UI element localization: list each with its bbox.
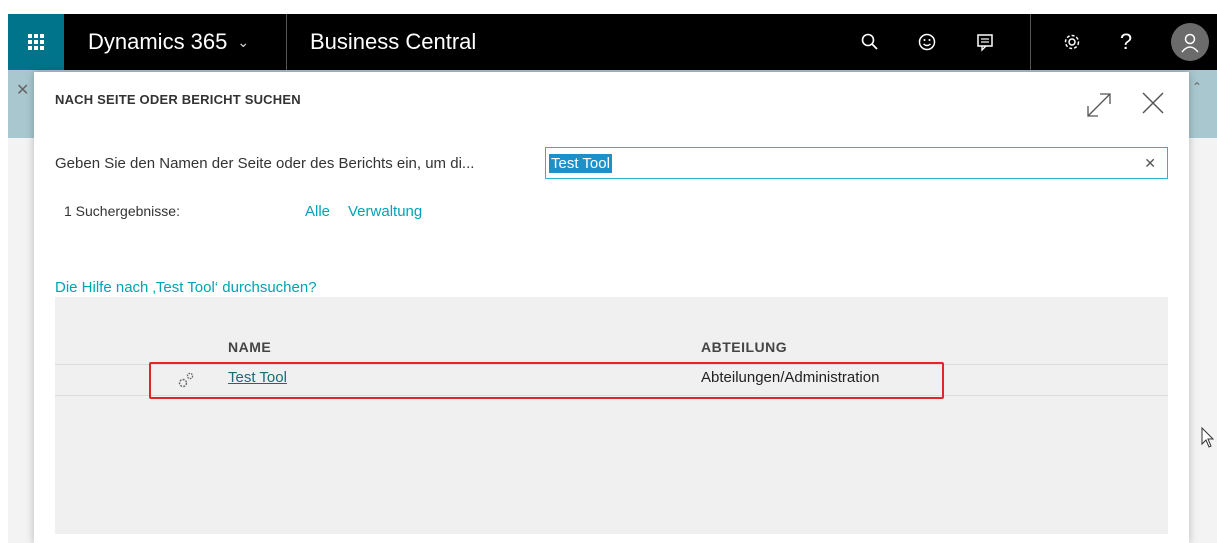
close-dialog-button[interactable] [1140,90,1166,116]
expand-button[interactable] [1084,90,1114,120]
search-input[interactable]: Test Tool [549,154,612,173]
search-icon [861,33,878,50]
feedback-icon [977,34,993,52]
filter-all[interactable]: Alle [305,203,330,220]
user-avatar-button[interactable] [1171,23,1209,61]
top-navigation-bar: Dynamics 365 ⌄ Business Central ? [8,14,1217,70]
divider [286,14,287,70]
divider [1030,14,1031,70]
chevron-down-icon: ⌄ [237,33,250,50]
expand-icon [1087,93,1111,117]
app-title: Business Central [310,29,477,54]
close-icon [1142,92,1164,114]
annotation-highlight-box [149,362,944,399]
search-button[interactable] [850,14,890,70]
search-prompt-label: Geben Sie den Namen der Seite oder des B… [55,155,475,172]
waffle-menu-button[interactable] [8,14,64,70]
chevron-up-icon: ⌃ [1192,80,1203,94]
filter-verwaltung[interactable]: Verwaltung [348,203,422,220]
search-field[interactable]: Test Tool ✕ [545,147,1168,179]
mouse-cursor-icon [1201,427,1215,448]
close-icon: ✕ [16,82,30,99]
gear-icon [1064,34,1080,50]
feedback-smiley-button[interactable] [907,14,947,70]
dynamics-365-menu[interactable]: Dynamics 365 ⌄ [88,14,249,70]
results-table: NAME ABTEILUNG Test Tool Abteilungen/Adm… [55,297,1168,534]
search-help-link[interactable]: Die Hilfe nach ‚Test Tool‘ durchsuchen? [55,279,317,296]
waffle-icon [28,34,44,50]
smiley-icon [918,33,936,51]
help-button[interactable]: ? [1106,14,1146,70]
results-count: 1 Suchergebnisse: [64,203,180,219]
brand-label: Dynamics 365 [88,29,228,54]
messages-button[interactable] [965,14,1005,70]
search-dialog: NACH SEITE ODER BERICHT SUCHEN Geben Sie… [34,72,1189,543]
help-icon: ? [1119,29,1133,54]
clear-icon[interactable]: ✕ [1144,155,1156,172]
column-header-name[interactable]: NAME [228,339,271,355]
dialog-title: NACH SEITE ODER BERICHT SUCHEN [55,92,301,107]
settings-button[interactable] [1052,14,1092,70]
column-header-department[interactable]: ABTEILUNG [701,339,787,355]
user-avatar-icon [1181,33,1199,53]
